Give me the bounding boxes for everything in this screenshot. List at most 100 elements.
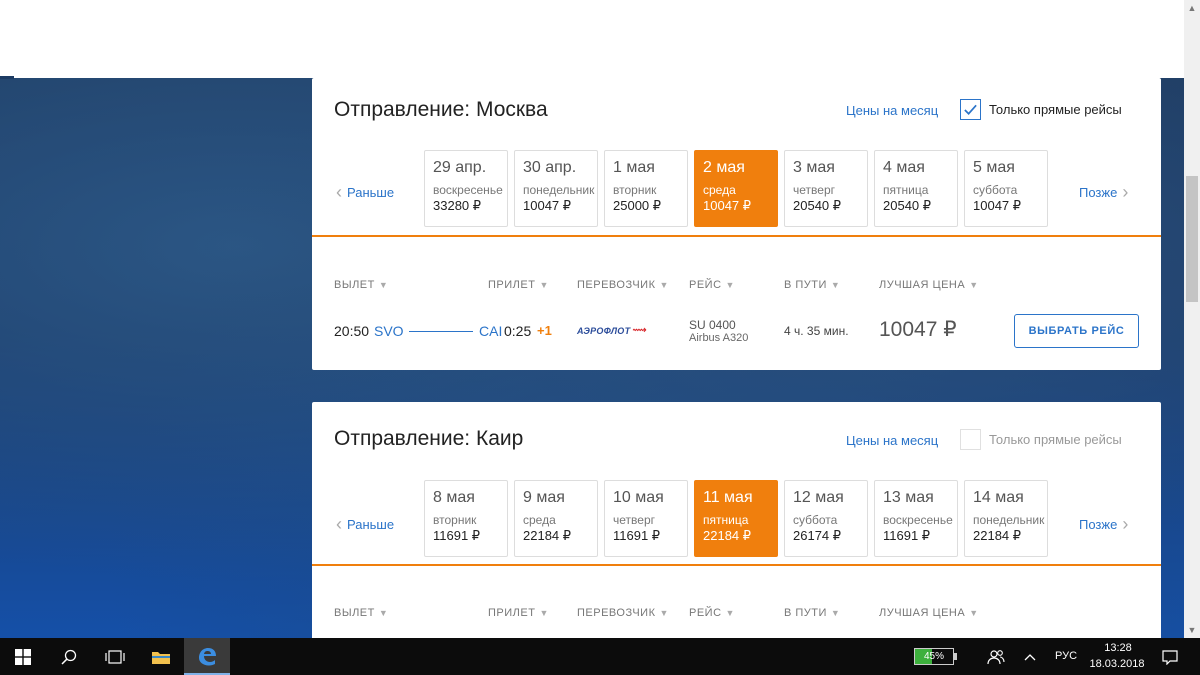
tile-date: 11 мая — [703, 489, 753, 506]
later-dates-button[interactable]: Позже › — [1079, 514, 1128, 535]
arrival-airport: CAI — [479, 323, 503, 339]
tile-price: 11691 ₽ — [883, 528, 931, 543]
column-label: В ПУТИ — [784, 607, 827, 619]
tile-date: 12 мая — [793, 489, 844, 506]
file-explorer-icon[interactable] — [138, 638, 184, 675]
date-tile-selected[interactable]: 11 мая пятница 22184 ₽ — [694, 480, 778, 557]
select-flight-button[interactable]: ВЫБРАТЬ РЕЙС — [1014, 314, 1139, 348]
tile-price: 20540 ₽ — [883, 198, 932, 213]
tile-date: 4 мая — [883, 159, 925, 176]
date-tile-selected[interactable]: 2 мая среда 10047 ₽ — [694, 150, 778, 227]
sort-best-price[interactable]: ЛУЧШАЯ ЦЕНА ▼ — [879, 279, 979, 291]
date-tile[interactable]: 14 мая понедельник 22184 ₽ — [964, 480, 1048, 557]
language-indicator[interactable]: РУС — [1055, 650, 1077, 662]
vertical-scrollbar[interactable]: ▲ ▼ — [1184, 0, 1200, 638]
people-icon[interactable] — [974, 638, 1018, 675]
sort-carrier[interactable]: ПЕРЕВОЗЧИК ▼ — [577, 279, 669, 291]
browser-content-top — [0, 0, 1200, 78]
edge-browser-icon[interactable] — [184, 638, 230, 675]
airline-logo: АЭРОФЛОТ ⟿ — [577, 325, 647, 336]
tile-price: 20540 ₽ — [793, 198, 842, 213]
clock-date[interactable]: 18.03.2018 — [1086, 658, 1148, 670]
notification-icon[interactable] — [1152, 638, 1188, 675]
battery-indicator[interactable]: 45% — [914, 648, 954, 665]
windows-taskbar: 45% РУС 13:28 18.03.2018 — [0, 638, 1200, 675]
flight-price: 10047 ₽ — [879, 318, 957, 341]
scroll-down-icon[interactable]: ▼ — [1184, 622, 1200, 638]
tile-weekday: пятница — [883, 183, 929, 197]
direct-flights-filter[interactable]: Только прямые рейсы — [960, 99, 1122, 120]
tile-date: 2 мая — [703, 159, 745, 176]
windows-start-icon[interactable] — [0, 638, 46, 675]
date-tile[interactable]: 10 мая четверг 11691 ₽ — [604, 480, 688, 557]
date-tile[interactable]: 5 мая суббота 10047 ₽ — [964, 150, 1048, 227]
route-line — [409, 331, 473, 332]
checkmark-icon — [964, 104, 977, 115]
tile-weekday: понедельник — [973, 513, 1045, 527]
later-dates-button[interactable]: Позже › — [1079, 182, 1128, 203]
earlier-dates-button[interactable]: ‹ Раньше — [336, 514, 394, 535]
sort-flight[interactable]: РЕЙС ▼ — [689, 279, 735, 291]
chevron-up-icon[interactable] — [1016, 638, 1044, 675]
tile-weekday: среда — [703, 183, 736, 197]
next-day-badge: +1 — [537, 323, 552, 338]
sort-best-price[interactable]: ЛУЧШАЯ ЦЕНА ▼ — [879, 607, 979, 619]
tile-weekday: понедельник — [523, 183, 595, 197]
date-tile[interactable]: 3 мая четверг 20540 ₽ — [784, 150, 868, 227]
return-date-strip: 8 мая вторник 11691 ₽ 9 мая среда 22184 ₽ 10… — [424, 480, 1054, 557]
direct-flights-checkbox[interactable] — [960, 429, 981, 450]
tile-date: 8 мая — [433, 489, 475, 506]
tile-price: 25000 ₽ — [613, 198, 662, 213]
date-tile[interactable]: 9 мая среда 22184 ₽ — [514, 480, 598, 557]
sort-duration[interactable]: В ПУТИ ▼ — [784, 607, 840, 619]
tile-date: 1 мая — [613, 159, 655, 176]
tile-weekday: четверг — [793, 183, 835, 197]
month-prices-link[interactable]: Цены на месяц — [846, 433, 938, 448]
scroll-up-icon[interactable]: ▲ — [1184, 0, 1200, 16]
departure-airport: SVO — [374, 323, 404, 339]
tile-price: 10047 ₽ — [703, 198, 752, 213]
tile-date: 14 мая — [973, 489, 1024, 506]
date-tile[interactable]: 8 мая вторник 11691 ₽ — [424, 480, 508, 557]
sort-departure[interactable]: ВЫЛЕТ ▼ — [334, 607, 388, 619]
column-label: ПРИЛЕТ — [488, 279, 536, 291]
tile-price: 22184 ₽ — [973, 528, 1022, 543]
caret-down-icon: ▼ — [725, 608, 735, 618]
tile-price: 22184 ₽ — [703, 528, 752, 543]
sort-carrier[interactable]: ПЕРЕВОЗЧИК ▼ — [577, 607, 669, 619]
sort-duration[interactable]: В ПУТИ ▼ — [784, 279, 840, 291]
sort-arrival[interactable]: ПРИЛЕТ ▼ — [488, 279, 549, 291]
tile-weekday: вторник — [613, 183, 657, 197]
column-label: ПРИЛЕТ — [488, 607, 536, 619]
date-tile[interactable]: 4 мая пятница 20540 ₽ — [874, 150, 958, 227]
column-label: ЛУЧШАЯ ЦЕНА — [879, 279, 966, 291]
search-icon[interactable] — [46, 638, 92, 675]
tile-price: 11691 ₽ — [613, 528, 661, 543]
battery-nub — [954, 653, 957, 660]
sort-arrival[interactable]: ПРИЛЕТ ▼ — [488, 607, 549, 619]
tile-date: 5 мая — [973, 159, 1015, 176]
scroll-thumb[interactable] — [1186, 176, 1198, 302]
clock-time[interactable]: 13:28 — [1100, 642, 1136, 654]
later-label: Позже — [1079, 185, 1118, 200]
sort-flight[interactable]: РЕЙС ▼ — [689, 607, 735, 619]
month-prices-link[interactable]: Цены на месяц — [846, 103, 938, 118]
caret-down-icon: ▼ — [378, 280, 389, 290]
task-view-icon[interactable] — [92, 638, 138, 675]
date-tile[interactable]: 30 апр. понедельник 10047 ₽ — [514, 150, 598, 227]
return-card: Отправление: Каир Цены на месяц Только п… — [312, 402, 1161, 638]
date-tile[interactable]: 13 мая воскресенье 11691 ₽ — [874, 480, 958, 557]
date-tile[interactable]: 1 мая вторник 25000 ₽ — [604, 150, 688, 227]
direct-flights-checkbox[interactable] — [960, 99, 981, 120]
earlier-dates-button[interactable]: ‹ Раньше — [336, 182, 394, 203]
chevron-left-icon: ‹ — [336, 182, 342, 202]
date-tile[interactable]: 12 мая суббота 26174 ₽ — [784, 480, 868, 557]
tile-weekday: четверг — [613, 513, 655, 527]
caret-down-icon: ▼ — [830, 608, 841, 618]
column-label: РЕЙС — [689, 607, 722, 619]
caret-down-icon: ▼ — [969, 608, 979, 618]
date-tile[interactable]: 29 апр. воскресенье 33280 ₽ — [424, 150, 508, 227]
direct-flights-filter[interactable]: Только прямые рейсы — [960, 429, 1122, 450]
caret-down-icon: ▼ — [830, 280, 841, 290]
sort-departure[interactable]: ВЫЛЕТ ▼ — [334, 279, 388, 291]
